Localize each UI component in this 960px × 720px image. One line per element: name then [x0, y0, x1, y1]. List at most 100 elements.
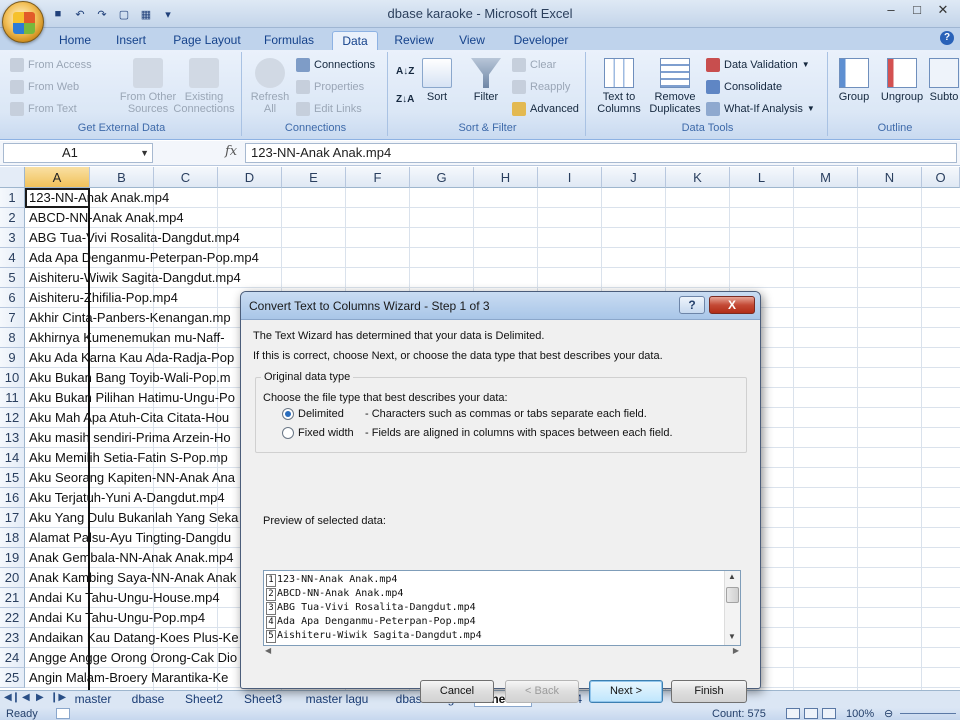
tab-insert[interactable]: Insert — [108, 31, 154, 50]
dialog-title-bar[interactable]: Convert Text to Columns Wizard - Step 1 … — [241, 292, 760, 320]
row-header[interactable]: 20 — [0, 568, 25, 588]
row-header[interactable]: 25 — [0, 668, 25, 688]
from-other-sources-button[interactable]: From Other Sources — [118, 58, 178, 115]
zoom-level[interactable]: 100% — [846, 708, 874, 720]
connections-button[interactable]: Connections — [296, 57, 375, 73]
tab-developer[interactable]: Developer — [506, 31, 576, 50]
column-header-h[interactable]: H — [474, 167, 538, 188]
sheet-tab-master[interactable]: master — [68, 691, 118, 707]
formula-input[interactable]: 123-NN-Anak Anak.mp4 — [245, 143, 957, 163]
sort-za-button[interactable]: Z↓A — [396, 92, 414, 108]
scroll-down-icon[interactable]: ▼ — [728, 632, 736, 641]
cancel-button[interactable]: Cancel — [420, 680, 494, 703]
row-header[interactable]: 5 — [0, 268, 25, 288]
row-header[interactable]: 19 — [0, 548, 25, 568]
from-web-button[interactable]: From Web — [10, 79, 79, 95]
zoom-out-icon[interactable]: ⊖ — [884, 707, 893, 720]
column-header-b[interactable]: B — [90, 167, 154, 188]
tab-data[interactable]: Data — [332, 31, 378, 50]
row-header[interactable]: 22 — [0, 608, 25, 628]
remove-duplicates-button[interactable]: Remove Duplicates — [646, 58, 704, 115]
row-header[interactable]: 14 — [0, 448, 25, 468]
column-header-j[interactable]: J — [602, 167, 666, 188]
row-header[interactable]: 1 — [0, 188, 25, 208]
row-header[interactable]: 24 — [0, 648, 25, 668]
column-header-g[interactable]: G — [410, 167, 474, 188]
from-access-button[interactable]: From Access — [10, 57, 92, 73]
column-header-n[interactable]: N — [858, 167, 922, 188]
ungroup-button[interactable]: Ungroup — [876, 58, 928, 103]
macro-record-icon[interactable] — [56, 708, 70, 719]
name-box-dropdown-icon[interactable]: ▼ — [140, 144, 149, 162]
page-break-view-icon[interactable] — [822, 708, 836, 719]
column-header-a[interactable]: A — [25, 167, 90, 188]
tab-home[interactable]: Home — [52, 31, 98, 50]
zoom-slider[interactable] — [900, 713, 956, 714]
row-header[interactable]: 9 — [0, 348, 25, 368]
finish-button[interactable]: Finish — [671, 680, 747, 703]
table-row[interactable]: ABCD-NN-Anak Anak.mp4 — [25, 208, 960, 228]
row-header[interactable]: 3 — [0, 228, 25, 248]
data-validation-button[interactable]: Data Validation ▼ — [706, 57, 810, 73]
column-header-o[interactable]: O — [922, 167, 960, 188]
tab-formulas[interactable]: Formulas — [258, 31, 320, 50]
row-header[interactable]: 8 — [0, 328, 25, 348]
subtotal-button[interactable]: Subto — [928, 58, 960, 103]
tab-review[interactable]: Review — [388, 31, 440, 50]
consolidate-button[interactable]: Consolidate — [706, 79, 782, 95]
row-header[interactable]: 18 — [0, 528, 25, 548]
page-layout-view-icon[interactable] — [804, 708, 818, 719]
first-sheet-icon[interactable]: ◀❙ — [4, 692, 20, 703]
dialog-help-button[interactable]: ? — [679, 296, 705, 314]
table-row[interactable]: 123-NN-Anak Anak.mp4 — [25, 188, 960, 208]
close-window-button[interactable]: ✕ — [932, 2, 954, 20]
column-header-l[interactable]: L — [730, 167, 794, 188]
advanced-filter-button[interactable]: Advanced — [512, 101, 579, 117]
clear-filter-button[interactable]: Clear — [512, 57, 556, 73]
column-header-e[interactable]: E — [282, 167, 346, 188]
fixed-width-radio[interactable] — [282, 427, 294, 439]
minimize-button[interactable]: – — [880, 2, 902, 20]
sheet-tab-master-lagu[interactable]: master lagu — [298, 691, 376, 707]
column-header-d[interactable]: D — [218, 167, 282, 188]
back-button[interactable]: < Back — [505, 680, 579, 703]
sheet-tab-sheet3[interactable]: Sheet3 — [236, 691, 290, 707]
column-header-k[interactable]: K — [666, 167, 730, 188]
preview-horizontal-scrollbar[interactable]: ◀ ▶ — [263, 646, 741, 658]
column-header-f[interactable]: F — [346, 167, 410, 188]
row-header[interactable]: 7 — [0, 308, 25, 328]
table-row[interactable]: ABG Tua-Vivi Rosalita-Dangdut.mp4 — [25, 228, 960, 248]
text-to-columns-button[interactable]: Text to Columns — [594, 58, 644, 115]
existing-connections-button[interactable]: Existing Connections — [172, 58, 236, 115]
table-row[interactable]: Aishiteru-Wiwik Sagita-Dangdut.mp4 — [25, 268, 960, 288]
edit-links-button[interactable]: Edit Links — [296, 101, 362, 117]
row-header[interactable]: 12 — [0, 408, 25, 428]
delimited-radio[interactable] — [282, 408, 294, 420]
column-header-i[interactable]: I — [538, 167, 602, 188]
table-row[interactable]: Ada Apa Denganmu-Peterpan-Pop.mp4 — [25, 248, 960, 268]
sheet-tab-dbase[interactable]: dbase — [124, 691, 172, 707]
office-button[interactable] — [2, 1, 44, 43]
row-header[interactable]: 21 — [0, 588, 25, 608]
scroll-right-icon[interactable]: ▶ — [733, 646, 739, 655]
row-header[interactable]: 2 — [0, 208, 25, 228]
from-text-button[interactable]: From Text — [10, 101, 77, 117]
scroll-up-icon[interactable]: ▲ — [728, 572, 736, 581]
reapply-button[interactable]: Reapply — [512, 79, 570, 95]
column-header-m[interactable]: M — [794, 167, 858, 188]
group-button[interactable]: Group — [834, 58, 874, 103]
delimited-label[interactable]: Delimited — [298, 408, 344, 420]
last-sheet-icon[interactable]: ❙▶ — [50, 692, 66, 703]
row-header[interactable]: 10 — [0, 368, 25, 388]
row-header[interactable]: 16 — [0, 488, 25, 508]
row-header[interactable]: 4 — [0, 248, 25, 268]
maximize-button[interactable]: □ — [906, 2, 928, 20]
data-preview[interactable]: 1 123-NN-Anak Anak.mp4 2 ABCD-NN-Anak Anak.… — [263, 570, 741, 646]
scroll-thumb[interactable] — [726, 587, 739, 603]
refresh-all-button[interactable]: Refresh All — [248, 58, 292, 115]
fixed-width-label[interactable]: Fixed width — [298, 427, 354, 439]
row-header[interactable]: 23 — [0, 628, 25, 648]
tab-page-layout[interactable]: Page Layout — [168, 31, 246, 50]
row-header[interactable]: 11 — [0, 388, 25, 408]
row-header[interactable]: 15 — [0, 468, 25, 488]
